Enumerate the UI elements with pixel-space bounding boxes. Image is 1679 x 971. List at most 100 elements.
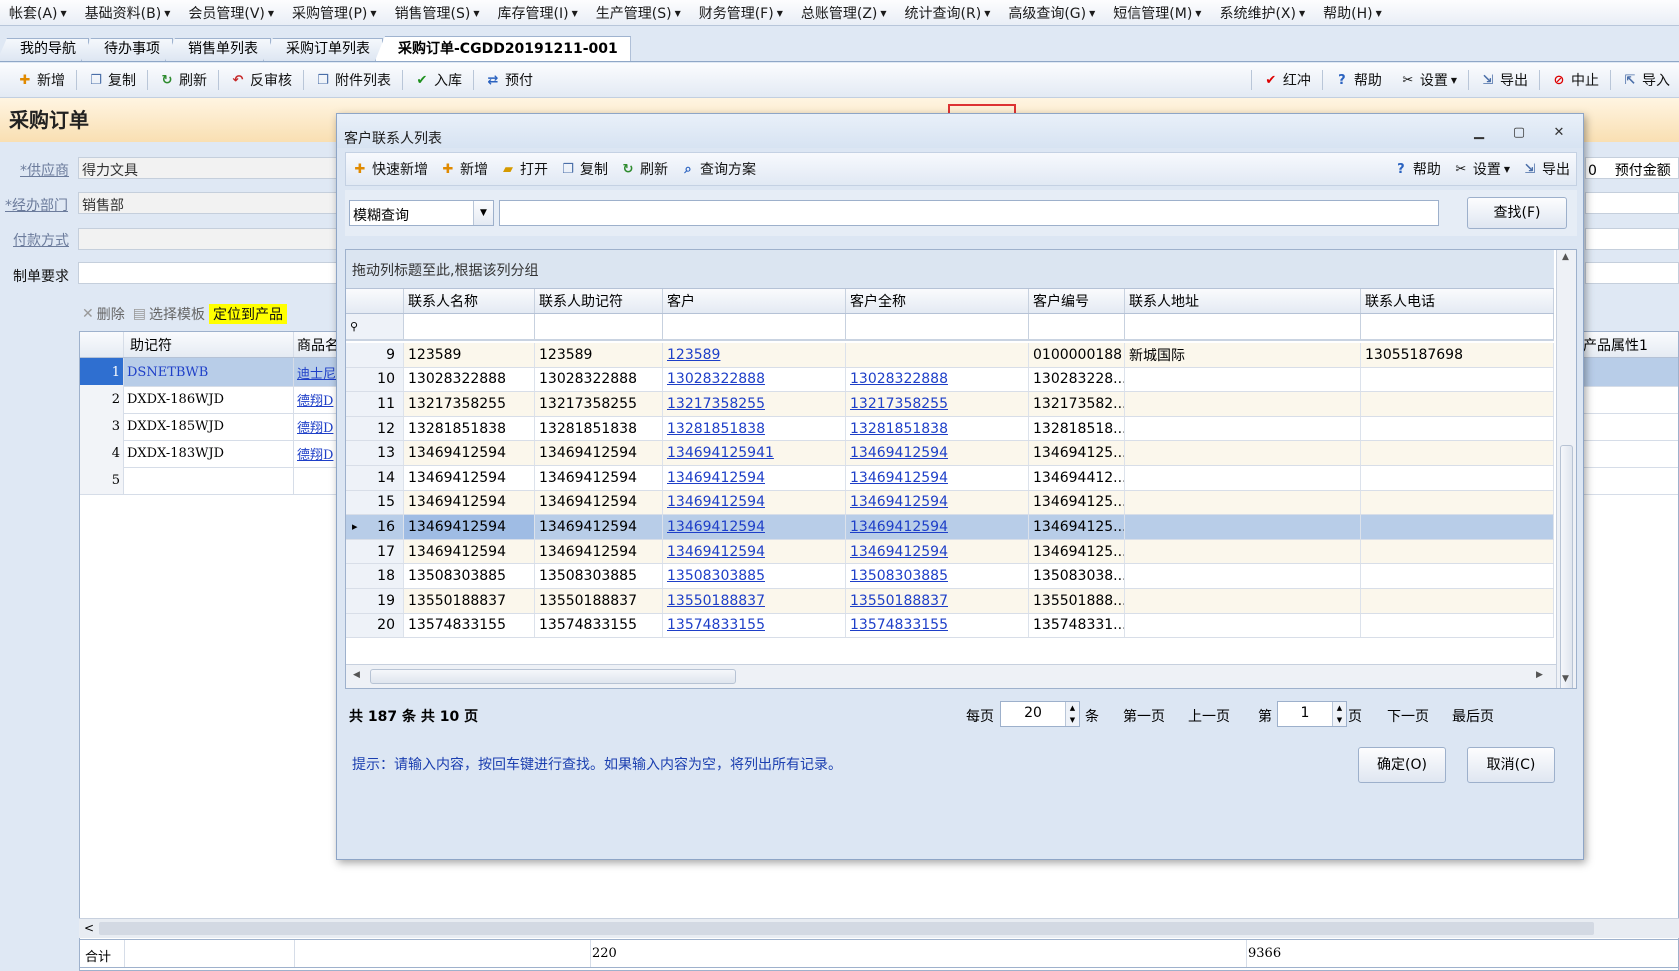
contact-row[interactable]: ▸ 16 13469412594 13469412594 13469412594 1346… xyxy=(346,515,1554,540)
settings-button[interactable]: ✂ 设置 ▼ xyxy=(1391,70,1466,90)
menu-item-11[interactable]: 短信管理(M) ▼ xyxy=(1104,3,1210,23)
group-by-panel[interactable]: 拖动列标题至此,根据该列分组 xyxy=(346,250,1554,288)
col-address[interactable]: 联系人地址 xyxy=(1125,289,1361,313)
link-fullname[interactable]: 13469412594 xyxy=(846,515,1029,539)
scroll-left-icon[interactable]: ◀ xyxy=(353,670,360,680)
import-button[interactable]: ⇱ 导入 xyxy=(1613,70,1679,90)
filter-cell-address[interactable] xyxy=(1125,314,1361,339)
mnemonic-cell[interactable]: DXDX-185WJD xyxy=(124,412,294,440)
scroll-down-icon[interactable]: ▼ xyxy=(1562,674,1569,684)
select-template-button[interactable]: ▤ 选择模板 xyxy=(129,304,209,324)
link-fullname[interactable]: 13028322888 xyxy=(846,367,1029,392)
filter-cell-mnemonic[interactable] xyxy=(535,314,663,339)
chevron-down-icon[interactable]: ▼ xyxy=(473,201,493,225)
contact-row[interactable]: 20 13574833155 13574833155 13574833155 13574… xyxy=(346,613,1554,639)
ok-button[interactable]: 确定(O) xyxy=(1358,747,1446,783)
filter-cell-code[interactable] xyxy=(1029,314,1125,339)
unaudit-button[interactable]: ↶ 反审核 xyxy=(221,70,301,90)
link-fullname[interactable]: 13469412594 xyxy=(846,490,1029,515)
menu-item-10[interactable]: 高级查询(G) ▼ xyxy=(999,3,1104,23)
dialog-help-button[interactable]: ? 帮助 xyxy=(1387,159,1447,179)
dialog-refresh-button[interactable]: ↻ 刷新 xyxy=(614,159,674,179)
link-fullname[interactable]: 13217358255 xyxy=(846,392,1029,416)
supplier-label[interactable]: *供应商 xyxy=(20,160,69,180)
query-plan-button[interactable]: ⌕ 查询方案 xyxy=(674,159,762,179)
dialog-export-button[interactable]: ⇲ 导出 xyxy=(1516,159,1576,179)
link-customer[interactable]: 13550188837 xyxy=(663,589,846,613)
scroll-right-icon[interactable]: ▶ xyxy=(1536,670,1543,680)
prev-page-link[interactable]: 上一页 xyxy=(1188,706,1230,726)
hscroll-thumb[interactable] xyxy=(370,669,736,684)
link-fullname[interactable] xyxy=(846,343,1029,367)
first-page-link[interactable]: 第一页 xyxy=(1123,706,1165,726)
right-field-4[interactable] xyxy=(1585,262,1679,284)
delete-row-button[interactable]: ✕ 删除 xyxy=(78,304,129,324)
vscroll-thumb[interactable] xyxy=(1560,445,1573,688)
col-mnemonic[interactable]: 助记符 xyxy=(124,332,294,357)
menu-item-4[interactable]: 销售管理(S) ▼ xyxy=(386,3,489,23)
filter-cell-name[interactable] xyxy=(404,314,535,339)
tab-todo[interactable]: 待办事项 xyxy=(81,38,173,61)
mnemonic-cell[interactable] xyxy=(124,466,294,494)
per-page-stepper[interactable]: 20 ▲ ▼ xyxy=(1000,701,1080,727)
close-icon[interactable]: ✕ xyxy=(1549,125,1569,141)
contact-row[interactable]: 14 13469412594 13469412594 13469412594 13469… xyxy=(346,466,1554,491)
col-customer[interactable]: 客户 xyxy=(663,289,846,313)
detail-hscroll[interactable]: < xyxy=(79,918,1679,938)
attachments-button[interactable]: ❐ 附件列表 xyxy=(306,70,400,90)
col-product-attr1[interactable]: 产品属性1 xyxy=(1580,332,1679,357)
col-phone[interactable]: 联系人电话 xyxy=(1361,289,1554,313)
link-customer[interactable]: 13469412594 xyxy=(663,490,846,515)
stop-button[interactable]: ⊘ 中止 xyxy=(1542,70,1608,90)
page-number-stepper[interactable]: 1 ▲ ▼ xyxy=(1277,701,1347,727)
link-customer[interactable]: 134694125941 xyxy=(663,441,846,465)
quick-new-button[interactable]: ✚ 快速新增 xyxy=(346,159,434,179)
maximize-icon[interactable]: ▢ xyxy=(1509,125,1529,141)
red-reverse-button[interactable]: ✔ 红冲 xyxy=(1254,70,1320,90)
menu-item-6[interactable]: 生产管理(S) ▼ xyxy=(587,3,690,23)
link-fullname[interactable]: 13574833155 xyxy=(846,613,1029,638)
link-fullname[interactable]: 13281851838 xyxy=(846,416,1029,441)
contact-row[interactable]: 18 13508303885 13508303885 13508303885 13508… xyxy=(346,564,1554,589)
menu-item-8[interactable]: 总账管理(Z) ▼ xyxy=(792,3,896,23)
contact-row[interactable]: 10 13028322888 13028322888 13028322888 13028… xyxy=(346,367,1554,393)
mnemonic-cell[interactable]: DXDX-183WJD xyxy=(124,439,294,467)
find-button[interactable]: 查找(F) xyxy=(1467,197,1567,229)
tab-purchase-order-current[interactable]: 采购订单-CGDD20191211-001 xyxy=(375,36,631,61)
tab-sales-list[interactable]: 销售单列表 xyxy=(165,38,271,61)
col-code[interactable]: 客户编号 xyxy=(1029,289,1125,313)
scroll-up-icon[interactable]: ▲ xyxy=(1562,252,1569,262)
link-customer[interactable]: 13469412594 xyxy=(663,539,846,564)
search-mode-select[interactable]: 模糊查询 ▼ xyxy=(349,200,494,226)
col-name[interactable]: 联系人名称 xyxy=(404,289,535,313)
prepay-button[interactable]: ⇄ 预付 xyxy=(476,70,542,90)
menu-item-5[interactable]: 库存管理(I) ▼ xyxy=(489,3,587,23)
last-page-link[interactable]: 最后页 xyxy=(1452,706,1494,726)
menu-item-2[interactable]: 会员管理(V) ▼ xyxy=(179,3,283,23)
payment-label[interactable]: 付款方式 xyxy=(13,230,69,250)
link-customer[interactable]: 13217358255 xyxy=(663,392,846,416)
new-button[interactable]: ✚ 新增 xyxy=(8,70,74,90)
supplier-field[interactable]: 得力文具 xyxy=(78,157,338,179)
contact-grid-vscroll[interactable]: ▲ ▼ xyxy=(1556,250,1576,688)
filter-icon[interactable]: ⚲ xyxy=(346,314,404,339)
filter-row[interactable]: ⚲ xyxy=(346,314,1554,341)
open-button[interactable]: ▰ 打开 xyxy=(494,159,554,179)
refresh-button[interactable]: ↻ 刷新 xyxy=(150,70,216,90)
link-fullname[interactable]: 13469412594 xyxy=(846,441,1029,465)
tab-purchase-order-list[interactable]: 采购订单列表 xyxy=(263,38,383,61)
menu-item-12[interactable]: 系统维护(X) ▼ xyxy=(1210,3,1314,23)
menu-item-1[interactable]: 基础资料(B) ▼ xyxy=(76,3,180,23)
link-customer[interactable]: 13508303885 xyxy=(663,564,846,588)
dialog-copy-button[interactable]: ❐ 复制 xyxy=(554,159,614,179)
minimize-icon[interactable]: ▁ xyxy=(1469,125,1489,141)
col-mnemonic[interactable]: 联系人助记符 xyxy=(535,289,663,313)
next-page-link[interactable]: 下一页 xyxy=(1387,706,1429,726)
copy-button[interactable]: ❐ 复制 xyxy=(79,70,145,90)
contact-row[interactable]: 11 13217358255 13217358255 13217358255 13217… xyxy=(346,392,1554,417)
col-fullname[interactable]: 客户全称 xyxy=(846,289,1029,313)
stepper-arrows-icon[interactable]: ▲ ▼ xyxy=(1332,702,1346,726)
dept-field[interactable]: 销售部 xyxy=(78,192,338,214)
contact-row[interactable]: 13 13469412594 13469412594 134694125941 1346… xyxy=(346,441,1554,466)
search-input[interactable] xyxy=(499,200,1439,226)
